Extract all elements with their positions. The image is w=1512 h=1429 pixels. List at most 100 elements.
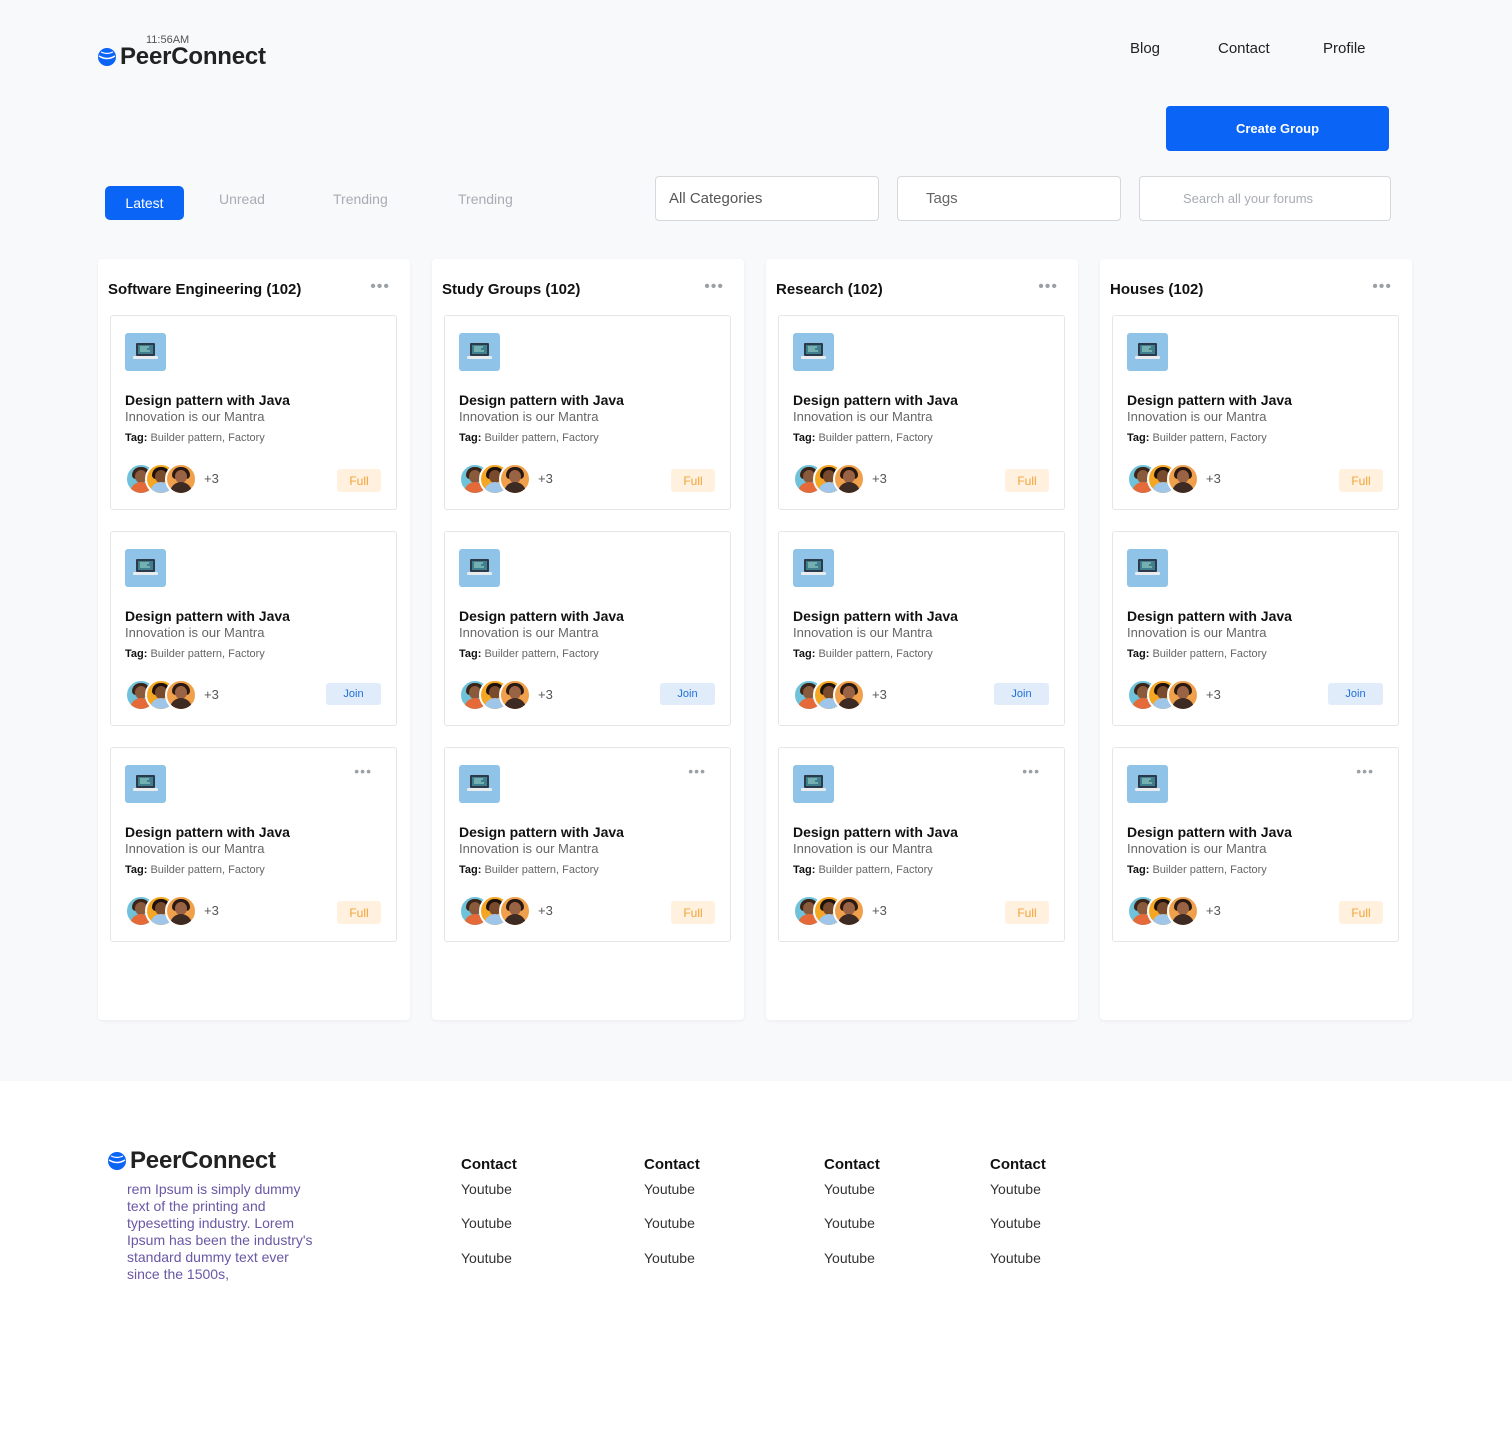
laptop-icon (125, 765, 166, 803)
laptop-icon (459, 765, 500, 803)
member-avatars (459, 679, 539, 711)
tag-values: Builder pattern, Factory (150, 864, 265, 876)
tags-input[interactable]: Tags (897, 176, 1121, 221)
group-card[interactable]: Design pattern with Java Innovation is o… (778, 315, 1065, 510)
card-tags: Tag: Builder pattern, Factory (793, 432, 933, 444)
group-card[interactable]: Design pattern with Java Innovation is o… (110, 531, 397, 726)
tab-unread[interactable]: Unread (219, 191, 265, 207)
card-more-icon[interactable]: ••• (354, 764, 372, 778)
footer-youtube-link[interactable]: Youtube (644, 1181, 695, 1197)
footer-logo[interactable]: PeerConnect (107, 1147, 276, 1175)
tag-label: Tag: (125, 648, 148, 660)
footer-youtube-link[interactable]: Youtube (461, 1215, 512, 1231)
column-more-icon[interactable]: ••• (1038, 279, 1058, 295)
card-tags: Tag: Builder pattern, Factory (125, 648, 265, 660)
group-column: Houses (102) ••• Design pattern with Jav… (1100, 259, 1412, 1020)
card-more-icon[interactable]: ••• (688, 764, 706, 778)
group-card[interactable]: Design pattern with Java Innovation is o… (444, 315, 731, 510)
member-avatar (833, 463, 865, 495)
card-subtitle: Innovation is our Mantra (459, 841, 599, 856)
member-avatars (793, 895, 873, 927)
more-members-count: +3 (872, 903, 887, 918)
member-avatars (793, 679, 873, 711)
laptop-icon (1127, 765, 1168, 803)
member-avatars (125, 895, 205, 927)
column-more-icon[interactable]: ••• (704, 279, 724, 295)
group-card[interactable]: ••• Design pattern with Java Innovation … (778, 747, 1065, 942)
tag-values: Builder pattern, Factory (484, 864, 599, 876)
tab-trending-2[interactable]: Trending (458, 191, 513, 207)
group-card[interactable]: Design pattern with Java Innovation is o… (444, 531, 731, 726)
nav-contact-link[interactable]: Contact (1218, 40, 1270, 57)
tag-values: Builder pattern, Factory (1152, 432, 1267, 444)
forum-search-input[interactable]: Search all your forums (1139, 176, 1391, 221)
more-members-count: +3 (538, 903, 553, 918)
more-members-count: +3 (1206, 471, 1221, 486)
categories-select[interactable]: All Categories (655, 176, 879, 221)
card-tags: Tag: Builder pattern, Factory (1127, 864, 1267, 876)
tab-trending[interactable]: Trending (333, 191, 388, 207)
join-button[interactable]: Join (994, 683, 1049, 705)
full-status-badge: Full (671, 901, 715, 924)
tags-input-placeholder: Tags (926, 190, 958, 207)
footer-youtube-link[interactable]: Youtube (824, 1250, 875, 1266)
full-status-badge: Full (1005, 469, 1049, 492)
card-subtitle: Innovation is our Mantra (125, 625, 265, 640)
group-column: Research (102) ••• Design pattern with J… (766, 259, 1078, 1020)
footer-youtube-link[interactable]: Youtube (824, 1215, 875, 1231)
more-members-count: +3 (204, 903, 219, 918)
tag-values: Builder pattern, Factory (484, 648, 599, 660)
column-title: Houses (102) (1110, 281, 1204, 298)
card-title: Design pattern with Java (459, 392, 624, 408)
footer-youtube-link[interactable]: Youtube (461, 1181, 512, 1197)
nav-profile-link[interactable]: Profile (1323, 40, 1366, 57)
footer-heading: Contact (990, 1156, 1046, 1173)
member-avatars (1127, 895, 1207, 927)
tag-label: Tag: (1127, 648, 1150, 660)
join-button[interactable]: Join (660, 683, 715, 705)
create-group-button[interactable]: Create Group (1166, 106, 1389, 151)
join-button[interactable]: Join (1328, 683, 1383, 705)
tag-values: Builder pattern, Factory (150, 648, 265, 660)
laptop-icon (1127, 549, 1168, 587)
group-card[interactable]: ••• Design pattern with Java Innovation … (444, 747, 731, 942)
card-more-icon[interactable]: ••• (1356, 764, 1374, 778)
group-card[interactable]: Design pattern with Java Innovation is o… (778, 531, 1065, 726)
footer-heading: Contact (644, 1156, 700, 1173)
card-tags: Tag: Builder pattern, Factory (793, 864, 933, 876)
nav-blog-link[interactable]: Blog (1130, 40, 1160, 57)
group-card[interactable]: Design pattern with Java Innovation is o… (1112, 315, 1399, 510)
group-card[interactable]: ••• Design pattern with Java Innovation … (110, 747, 397, 942)
footer-youtube-link[interactable]: Youtube (990, 1181, 1041, 1197)
laptop-icon (793, 333, 834, 371)
more-members-count: +3 (872, 471, 887, 486)
group-column: Study Groups (102) ••• Design pattern wi… (432, 259, 744, 1020)
group-card[interactable]: Design pattern with Java Innovation is o… (1112, 531, 1399, 726)
footer-youtube-link[interactable]: Youtube (990, 1215, 1041, 1231)
group-card[interactable]: ••• Design pattern with Java Innovation … (1112, 747, 1399, 942)
join-button[interactable]: Join (326, 683, 381, 705)
footer-youtube-link[interactable]: Youtube (824, 1181, 875, 1197)
footer-youtube-link[interactable]: Youtube (990, 1250, 1041, 1266)
group-column: Software Engineering (102) ••• Design pa… (98, 259, 410, 1020)
footer-youtube-link[interactable]: Youtube (644, 1215, 695, 1231)
card-tags: Tag: Builder pattern, Factory (1127, 432, 1267, 444)
column-more-icon[interactable]: ••• (370, 279, 390, 295)
card-subtitle: Innovation is our Mantra (459, 409, 599, 424)
card-subtitle: Innovation is our Mantra (125, 409, 265, 424)
more-members-count: +3 (872, 687, 887, 702)
card-title: Design pattern with Java (1127, 392, 1292, 408)
tab-latest[interactable]: Latest (105, 186, 184, 220)
card-tags: Tag: Builder pattern, Factory (459, 648, 599, 660)
footer-youtube-link[interactable]: Youtube (461, 1250, 512, 1266)
group-card[interactable]: Design pattern with Java Innovation is o… (110, 315, 397, 510)
card-title: Design pattern with Java (1127, 608, 1292, 624)
card-title: Design pattern with Java (125, 392, 290, 408)
card-subtitle: Innovation is our Mantra (1127, 841, 1267, 856)
card-more-icon[interactable]: ••• (1022, 764, 1040, 778)
full-status-badge: Full (1005, 901, 1049, 924)
globe-logo-icon (98, 48, 116, 66)
column-title: Software Engineering (102) (108, 281, 302, 298)
footer-youtube-link[interactable]: Youtube (644, 1250, 695, 1266)
column-more-icon[interactable]: ••• (1372, 279, 1392, 295)
